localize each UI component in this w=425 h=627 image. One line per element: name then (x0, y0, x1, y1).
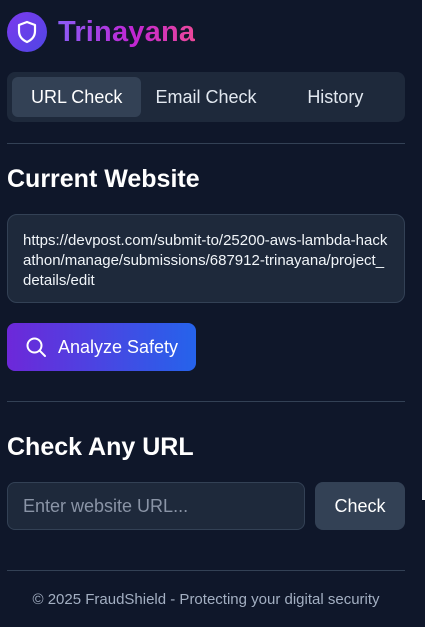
current-website-heading: Current Website (7, 165, 200, 193)
app-name: Trinayana (58, 12, 195, 52)
current-url-display: https://devpost.com/submit-to/25200-aws-… (7, 214, 405, 303)
divider (7, 570, 405, 571)
footer-text: © 2025 FraudShield - Protecting your dig… (32, 591, 380, 608)
divider (7, 401, 405, 402)
check-any-url-heading: Check Any URL (7, 433, 194, 461)
tab-history[interactable]: History (271, 77, 400, 117)
tab-email-check[interactable]: Email Check (141, 77, 270, 117)
popup-window: Trinayana URL Check Email Check History … (0, 0, 425, 627)
check-button[interactable]: Check (315, 482, 405, 530)
url-input[interactable] (7, 482, 305, 530)
search-icon (25, 336, 47, 358)
shield-icon (7, 12, 47, 52)
tab-url-check[interactable]: URL Check (12, 77, 142, 117)
analyze-safety-label: Analyze Safety (57, 336, 179, 357)
header: Trinayana (7, 12, 195, 52)
divider (7, 143, 405, 144)
analyze-safety-button[interactable]: Analyze Safety (7, 323, 196, 371)
tab-bar: URL Check Email Check History (7, 72, 405, 122)
